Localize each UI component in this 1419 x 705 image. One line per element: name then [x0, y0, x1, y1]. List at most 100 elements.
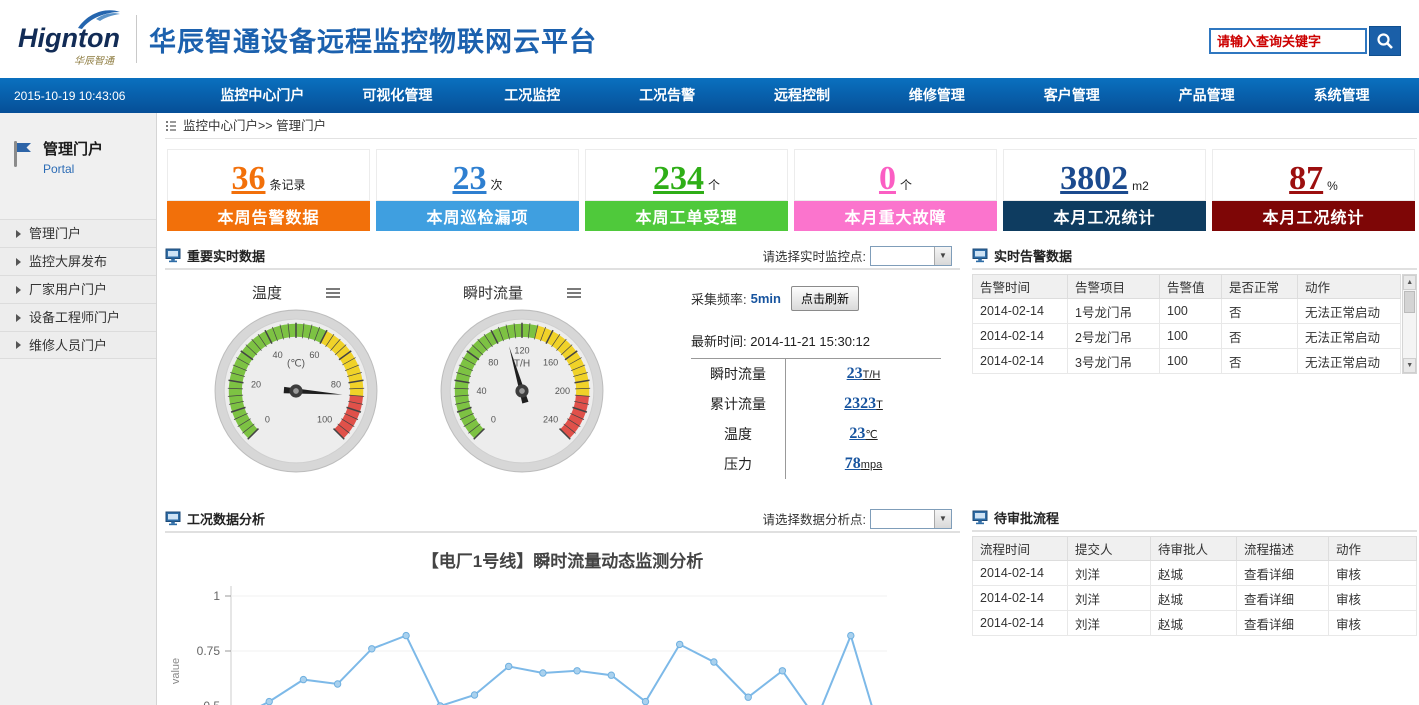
- table-cell: 3号龙门吊: [1068, 349, 1160, 374]
- table-cell: 查看详细: [1237, 586, 1329, 611]
- stat-value: 3802: [1060, 162, 1128, 196]
- table-row[interactable]: 2014-02-143号龙门吊100否无法正常启动: [973, 349, 1401, 374]
- stat-card[interactable]: 87%本月工况统计: [1212, 149, 1415, 231]
- reading-value[interactable]: 78mpa: [786, 455, 941, 473]
- scrollbar-thumb[interactable]: [1404, 291, 1415, 313]
- logo-swoosh-icon: [76, 9, 122, 29]
- reading-value[interactable]: 23℃: [786, 425, 941, 443]
- refresh-button[interactable]: 点击刷新: [791, 286, 859, 311]
- reading-value[interactable]: 2323T: [786, 395, 941, 413]
- approvals-section-title: 待审批流程: [994, 508, 1059, 527]
- approvals-table: 流程时间提交人待审批人流程描述动作 2014-02-14刘洋赵城查看详细审核20…: [972, 536, 1417, 636]
- top-header: Hignton 华辰智通 华辰智通设备远程监控物联网云平台: [0, 0, 1419, 78]
- nav-item[interactable]: 客户管理: [1004, 78, 1139, 113]
- sidebar-item[interactable]: 监控大屏发布: [0, 247, 156, 275]
- chart-menu-icon[interactable]: [567, 288, 581, 298]
- nav-item[interactable]: 监控中心门户: [195, 78, 330, 113]
- svg-text:0.75: 0.75: [197, 644, 221, 658]
- alarms-section-header: 实时告警数据: [972, 243, 1417, 270]
- stat-card[interactable]: 234个本周工单受理: [585, 149, 788, 231]
- svg-text:80: 80: [331, 380, 341, 390]
- table-cell: 否: [1222, 349, 1298, 374]
- monitor-point-select[interactable]: ▼: [870, 246, 952, 266]
- chevron-down-icon: ▼: [934, 510, 951, 528]
- sidebar-item[interactable]: 维修人员门户: [0, 331, 156, 359]
- sidebar-item[interactable]: 管理门户: [0, 219, 156, 247]
- svg-text:20: 20: [251, 380, 261, 390]
- nav-item[interactable]: 远程控制: [735, 78, 870, 113]
- gauge-chart: 020406080100(℃): [210, 305, 382, 477]
- analysis-point-select[interactable]: ▼: [870, 509, 952, 529]
- reading-value[interactable]: 23T/H: [786, 365, 941, 383]
- nav-item[interactable]: 产品管理: [1139, 78, 1274, 113]
- logo-text: Hignton: [10, 25, 128, 52]
- table-cell: 审核: [1329, 561, 1417, 586]
- stat-label-bar: 本周告警数据: [167, 201, 370, 231]
- table-cell: 2号龙门吊: [1068, 324, 1160, 349]
- sidebar-item[interactable]: 设备工程师门户: [0, 303, 156, 331]
- chart-menu-icon[interactable]: [326, 288, 340, 298]
- logo: Hignton 华辰智通: [10, 11, 128, 67]
- table-row[interactable]: 2014-02-14刘洋赵城查看详细审核: [973, 561, 1417, 586]
- scroll-down-icon[interactable]: ▼: [1403, 358, 1416, 373]
- table-cell: 100: [1160, 299, 1222, 324]
- table-cell: 100: [1160, 324, 1222, 349]
- gauge-block: 瞬时流量04080120160200240T/H: [409, 276, 635, 502]
- nav-menu: 监控中心门户可视化管理工况监控工况告警远程控制维修管理客户管理产品管理系统管理: [195, 78, 1419, 113]
- column-header: 动作: [1298, 275, 1401, 299]
- analysis-point-select-label: 请选择数据分析点:: [763, 509, 866, 528]
- monitor-point-select-label: 请选择实时监控点:: [763, 246, 866, 265]
- table-cell: 2014-02-14: [973, 586, 1068, 611]
- nav-item[interactable]: 可视化管理: [330, 78, 465, 113]
- stat-card[interactable]: 36条记录本周告警数据: [167, 149, 370, 231]
- sidebar-menu: 管理门户监控大屏发布厂家用户门户设备工程师门户维修人员门户: [0, 219, 156, 359]
- realtime-section-title: 重要实时数据: [187, 246, 265, 265]
- stat-value: 234: [653, 162, 704, 196]
- scrollbar-track[interactable]: [1403, 290, 1416, 358]
- column-header: 提交人: [1068, 537, 1151, 561]
- stat-card[interactable]: 23次本周巡检漏项: [376, 149, 579, 231]
- stat-card[interactable]: 3802m2本月工况统计: [1003, 149, 1206, 231]
- table-row[interactable]: 2014-02-142号龙门吊100否无法正常启动: [973, 324, 1401, 349]
- svg-text:40: 40: [273, 350, 283, 360]
- search-input[interactable]: [1209, 28, 1367, 54]
- stat-value-area: 36条记录: [167, 149, 370, 201]
- alarms-table: 告警时间告警项目告警值是否正常动作 2014-02-141号龙门吊100否无法正…: [972, 274, 1401, 374]
- svg-text:0: 0: [265, 415, 270, 425]
- table-cell: 2014-02-14: [973, 349, 1068, 374]
- scroll-up-icon[interactable]: ▲: [1403, 275, 1416, 290]
- nav-item[interactable]: 工况监控: [465, 78, 600, 113]
- column-header: 告警值: [1160, 275, 1222, 299]
- nav-item[interactable]: 工况告警: [600, 78, 735, 113]
- chevron-down-icon: ▼: [934, 247, 951, 265]
- table-cell: 审核: [1329, 586, 1417, 611]
- main-nav: 2015-10-19 10:43:06 监控中心门户可视化管理工况监控工况告警远…: [0, 78, 1419, 113]
- gauge-block: 温度020406080100(℃): [183, 276, 409, 502]
- readings-table: 瞬时流量23T/H累计流量2323T温度23℃压力78mpa: [691, 358, 941, 479]
- main-area: 监控中心门户>> 管理门户 36条记录本周告警数据23次本周巡检漏项234个本周…: [157, 113, 1419, 705]
- nav-item[interactable]: 维修管理: [869, 78, 1004, 113]
- table-row[interactable]: 2014-02-14刘洋赵城查看详细审核: [973, 611, 1417, 636]
- alarms-scrollbar[interactable]: ▲ ▼: [1402, 274, 1417, 374]
- svg-text:40: 40: [476, 386, 486, 396]
- svg-text:value: value: [170, 658, 182, 684]
- stat-label-bar: 本月工况统计: [1212, 201, 1415, 231]
- svg-text:80: 80: [488, 357, 498, 367]
- table-cell: 否: [1222, 324, 1298, 349]
- reading-row: 累计流量2323T: [691, 389, 941, 419]
- stat-label-bar: 本月重大故障: [794, 201, 997, 231]
- portal-subtitle: Portal: [43, 162, 103, 176]
- sidebar-item-label: 维修人员门户: [29, 332, 107, 359]
- stat-card[interactable]: 0个本月重大故障: [794, 149, 997, 231]
- monitor-icon: [165, 248, 181, 263]
- sidebar-item[interactable]: 厂家用户门户: [0, 275, 156, 303]
- stat-value: 87: [1289, 162, 1323, 196]
- reading-row: 压力78mpa: [691, 449, 941, 479]
- table-row[interactable]: 2014-02-141号龙门吊100否无法正常启动: [973, 299, 1401, 324]
- stat-label-bar: 本周工单受理: [585, 201, 788, 231]
- nav-item[interactable]: 系统管理: [1274, 78, 1409, 113]
- table-cell: 无法正常启动: [1298, 324, 1401, 349]
- freq-label: 采集频率:: [691, 289, 747, 308]
- table-row[interactable]: 2014-02-14刘洋赵城查看详细审核: [973, 586, 1417, 611]
- search-button[interactable]: [1369, 26, 1401, 56]
